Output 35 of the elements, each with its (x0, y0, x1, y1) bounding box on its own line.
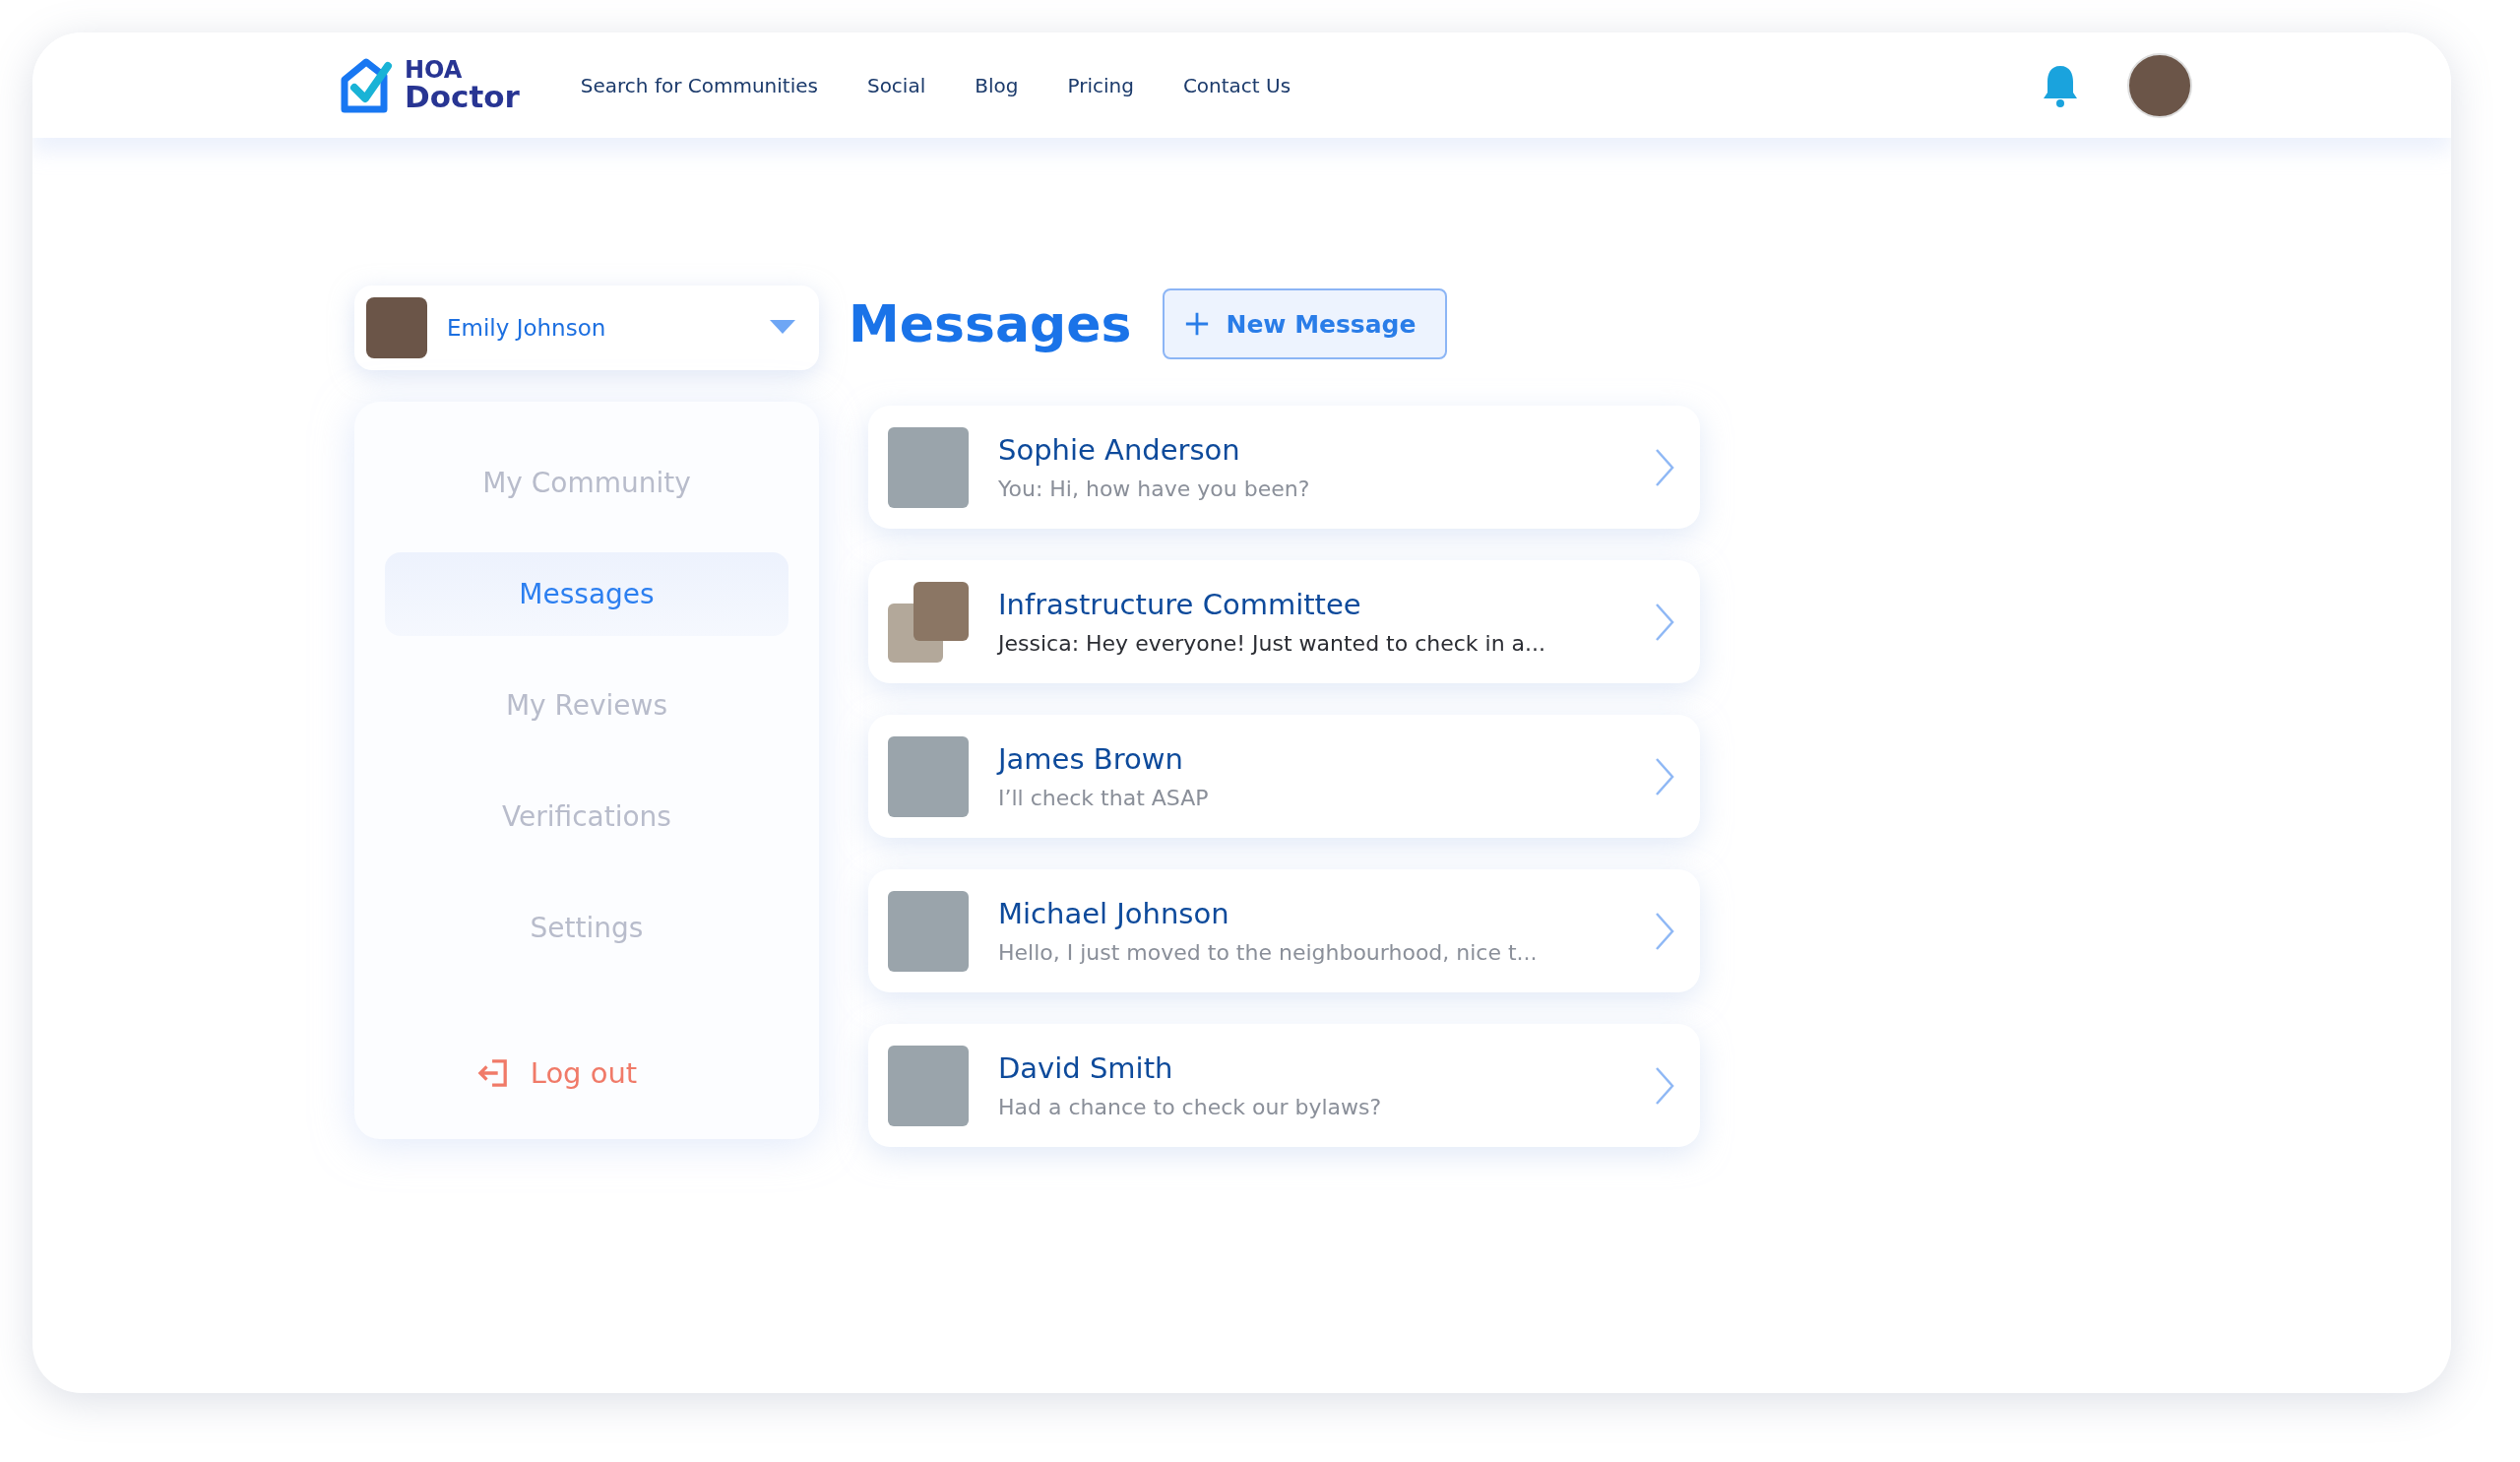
chevron-right-icon (1655, 756, 1674, 796)
conversation-card[interactable]: Infrastructure Committee Jessica: Hey everyone! Just wanted to check in a... (868, 560, 1700, 683)
nav-link[interactable]: Search for Communities (580, 73, 818, 97)
contact-name: Michael Johnson (998, 897, 1230, 930)
conversation-card[interactable]: David Smith Had a chance to check our bylaws? (868, 1024, 1700, 1147)
contact-name: James Brown (998, 742, 1184, 776)
conversation-card[interactable]: James Brown I’ll check that ASAP (868, 715, 1700, 838)
account-dropdown[interactable]: Emily Johnson (354, 286, 819, 370)
message-preview: You: Hi, how have you been? (998, 477, 1311, 501)
contact-name: Infrastructure Committee (998, 588, 1362, 621)
chevron-right-icon (1655, 447, 1674, 487)
sidebar-item[interactable]: Messages (385, 552, 788, 636)
nav-link[interactable]: Social (866, 73, 926, 97)
chevron-right-icon (1655, 911, 1674, 951)
plus-icon (1184, 311, 1211, 337)
message-preview: Had a chance to check our bylaws? (998, 1095, 1383, 1119)
contact-name: Sophie Anderson (998, 433, 1241, 467)
nav-link[interactable]: Pricing (1067, 73, 1134, 97)
conversation-card[interactable]: Michael Johnson Hello, I just moved to the neighbourhood, nice t... (868, 869, 1700, 992)
logo-text-top: HOA (405, 58, 464, 82)
nav-link[interactable]: Contact Us (1182, 73, 1292, 97)
message-preview: Jessica: Hey everyone! Just wanted to check in a... (998, 631, 1547, 656)
logout-icon (476, 1058, 509, 1088)
new-message-button[interactable]: New Message (1163, 288, 1448, 359)
caret-icon (770, 320, 795, 336)
page-title: Messages (849, 294, 1132, 353)
message-preview: Hello, I just moved to the neighbourhood, nice t... (998, 940, 1539, 965)
nav-link[interactable]: Blog (975, 73, 1019, 97)
chevron-right-icon (1655, 1065, 1674, 1106)
chevron-right-icon (1655, 602, 1674, 642)
logo-text-bottom: Doctor (405, 82, 520, 112)
contact-name: David Smith (998, 1051, 1174, 1085)
user-avatar (366, 297, 427, 358)
message-preview: I’ll check that ASAP (998, 786, 1210, 810)
conversation-card[interactable]: Sophie Anderson You: Hi, how have you been? (868, 406, 1700, 529)
